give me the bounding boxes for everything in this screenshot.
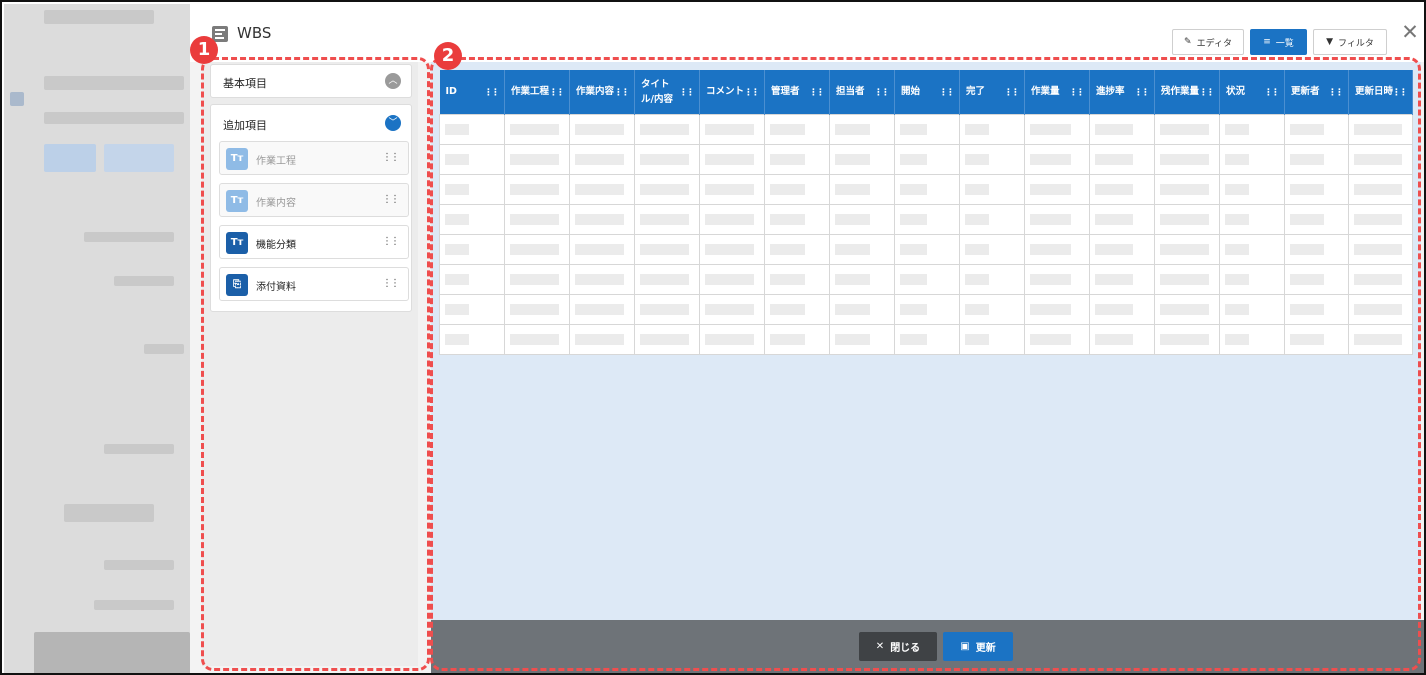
- annotation-marker-1: 1: [190, 36, 218, 64]
- wbs-icon: [212, 26, 228, 42]
- annotation-marker-2: 2: [434, 42, 462, 70]
- dialog-header: WBS ✎ エディタ ≡ 一覧 ▼ フィルタ ✕: [190, 4, 1424, 62]
- tab-editor[interactable]: ✎ エディタ: [1172, 29, 1244, 55]
- annotation-box-field-palette: [201, 57, 430, 671]
- annotation-box-list-view: [430, 57, 1421, 671]
- list-icon: ≡: [1263, 37, 1271, 47]
- screenshot-frame: WBS ✎ エディタ ≡ 一覧 ▼ フィルタ ✕ 基本項目 ︿ 追加項目 ﹀ Tт: [0, 0, 1426, 675]
- close-icon[interactable]: ✕: [1400, 22, 1420, 43]
- tab-filter-label: フィルタ: [1338, 38, 1374, 49]
- background-page-blurred: [4, 4, 190, 673]
- filter-icon: ▼: [1326, 37, 1334, 47]
- edit-icon: ✎: [1184, 37, 1192, 47]
- tab-list[interactable]: ≡ 一覧: [1250, 29, 1307, 55]
- tab-editor-label: エディタ: [1196, 38, 1232, 49]
- dialog-title: WBS: [237, 24, 272, 42]
- tab-filter[interactable]: ▼ フィルタ: [1313, 29, 1387, 55]
- tab-list-label: 一覧: [1275, 38, 1294, 49]
